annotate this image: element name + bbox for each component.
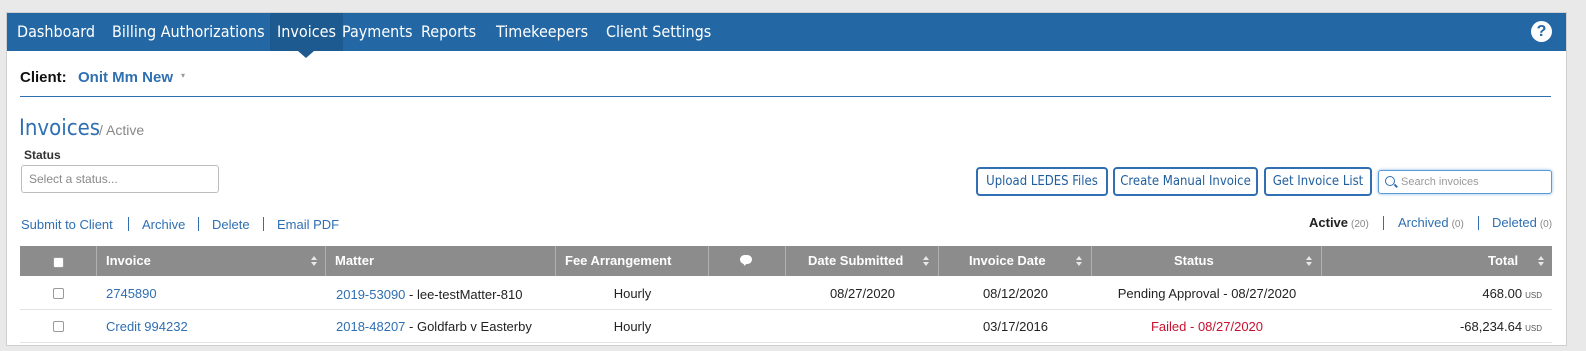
column-invoice-date[interactable]: Invoice Date — [939, 246, 1092, 276]
table-row[interactable]: Credit 994232 2018-48207 - Goldfarb v Ea… — [20, 310, 1552, 343]
archive-link[interactable]: Archive — [142, 217, 185, 232]
search-input[interactable] — [1401, 173, 1546, 191]
invoice-date-cell: 08/12/2020 — [982, 286, 1049, 301]
filter-deleted-label: Deleted — [1492, 215, 1537, 230]
nav-client-settings[interactable]: Client Settings — [606, 13, 711, 51]
invoice-date-cell: 03/17/2016 — [982, 319, 1049, 334]
column-invoice-label: Invoice — [106, 253, 151, 268]
status-cell: Pending Approval - 08/27/2020 — [1117, 286, 1297, 301]
column-total[interactable]: Total — [1322, 246, 1552, 276]
column-date-submitted-label: Date Submitted — [808, 253, 904, 268]
nav-invoices-label: Invoices — [277, 22, 336, 41]
filter-active-label: Active — [1309, 215, 1349, 230]
column-invoice-date-label: Invoice Date — [969, 253, 1046, 268]
fee-arrangement-cell: Hourly — [613, 286, 652, 301]
nav-billing-authorizations[interactable]: Billing Authorizations — [112, 13, 265, 51]
column-matter[interactable]: Matter — [326, 246, 556, 276]
separator — [263, 217, 264, 231]
status-cell: Failed - 08/27/2020 — [1150, 319, 1264, 334]
matter-name: - lee-testMatter-810 — [405, 287, 523, 302]
nav-invoices[interactable]: Invoices — [270, 13, 343, 58]
search-box — [1378, 170, 1552, 194]
date-submitted-cell — [786, 310, 939, 343]
nav-reports[interactable]: Reports — [421, 13, 476, 51]
status-select[interactable]: Select a status... — [21, 165, 219, 193]
comment-icon — [740, 255, 752, 266]
submit-to-client-link[interactable]: Submit to Client — [21, 217, 113, 232]
invoice-link[interactable]: 2745890 — [106, 277, 157, 310]
date-submitted-cell: 08/27/2020 — [829, 286, 896, 301]
matter-cell: 2019-53090 - lee-testMatter-810 — [336, 277, 522, 310]
filter-archived[interactable]: Archived (0) — [1398, 215, 1464, 230]
separator — [128, 217, 129, 231]
table-row[interactable]: 2745890 2019-53090 - lee-testMatter-810 … — [20, 277, 1552, 310]
page-title: Invoices — [19, 116, 101, 141]
filter-deleted[interactable]: Deleted (0) — [1492, 215, 1552, 230]
separator — [1383, 216, 1384, 230]
search-icon — [1385, 176, 1395, 186]
column-status-label: Status — [1174, 253, 1214, 268]
column-comments[interactable] — [709, 246, 786, 276]
select-all-header — [20, 246, 97, 276]
top-nav: Dashboard Billing Authorizations Invoice… — [7, 13, 1566, 58]
filter-archived-count: (0) — [1451, 219, 1464, 230]
upload-ledes-button[interactable]: Upload LEDES Files — [976, 167, 1108, 196]
row-checkbox[interactable] — [53, 288, 64, 299]
table-header: Invoice Matter Fee Arrangement Date Subm… — [20, 246, 1552, 276]
separator — [198, 217, 199, 231]
client-label: Client: — [20, 69, 67, 86]
nav-dashboard[interactable]: Dashboard — [17, 13, 95, 51]
status-filter-label: Status — [24, 148, 61, 162]
filter-deleted-count: (0) — [1539, 219, 1553, 230]
column-date-submitted[interactable]: Date Submitted — [786, 246, 939, 276]
column-fee-arrangement[interactable]: Fee Arrangement — [556, 246, 709, 276]
matter-link[interactable]: 2019-53090 — [336, 287, 405, 302]
fee-arrangement-cell: Hourly — [613, 319, 652, 334]
email-pdf-link[interactable]: Email PDF — [277, 217, 339, 232]
total-amount: 468.00 — [1482, 286, 1523, 301]
total-amount: -68,234.64 — [1459, 319, 1523, 334]
matter-name: - Goldfarb v Easterby — [405, 319, 532, 334]
page-subtitle: / Active — [99, 122, 145, 138]
nav-payments[interactable]: Payments — [342, 13, 412, 51]
filter-active[interactable]: Active (20) — [1309, 215, 1369, 230]
matter-link[interactable]: 2018-48207 — [336, 319, 405, 334]
delete-link[interactable]: Delete — [212, 217, 250, 232]
client-selector[interactable]: Onit Mm New — [78, 69, 173, 86]
row-checkbox[interactable] — [53, 321, 64, 332]
column-status[interactable]: Status — [1092, 246, 1322, 276]
divider — [20, 96, 1551, 97]
currency-label: USD — [1525, 291, 1542, 300]
create-manual-invoice-button[interactable]: Create Manual Invoice — [1113, 167, 1258, 196]
select-all-checkbox[interactable] — [53, 257, 64, 268]
active-tab-caret-icon — [298, 51, 315, 58]
invoice-link[interactable]: Credit 994232 — [106, 310, 188, 343]
total-cell: 468.00 USD — [1322, 277, 1542, 310]
chevron-down-icon[interactable]: ▾ — [181, 71, 185, 80]
currency-label: USD — [1525, 324, 1542, 333]
nav-timekeepers[interactable]: Timekeepers — [496, 13, 588, 51]
column-total-label: Total — [1488, 253, 1519, 268]
column-matter-label: Matter — [335, 253, 375, 268]
total-cell: -68,234.64 USD — [1322, 310, 1542, 343]
column-fee-label: Fee Arrangement — [565, 253, 672, 268]
get-invoice-list-button[interactable]: Get Invoice List — [1264, 167, 1372, 196]
filter-active-count: (20) — [1351, 219, 1369, 230]
column-invoice[interactable]: Invoice — [97, 246, 326, 276]
separator — [1478, 216, 1479, 230]
filter-archived-label: Archived — [1398, 215, 1449, 230]
matter-cell: 2018-48207 - Goldfarb v Easterby — [336, 310, 532, 343]
help-icon[interactable]: ? — [1531, 21, 1552, 42]
